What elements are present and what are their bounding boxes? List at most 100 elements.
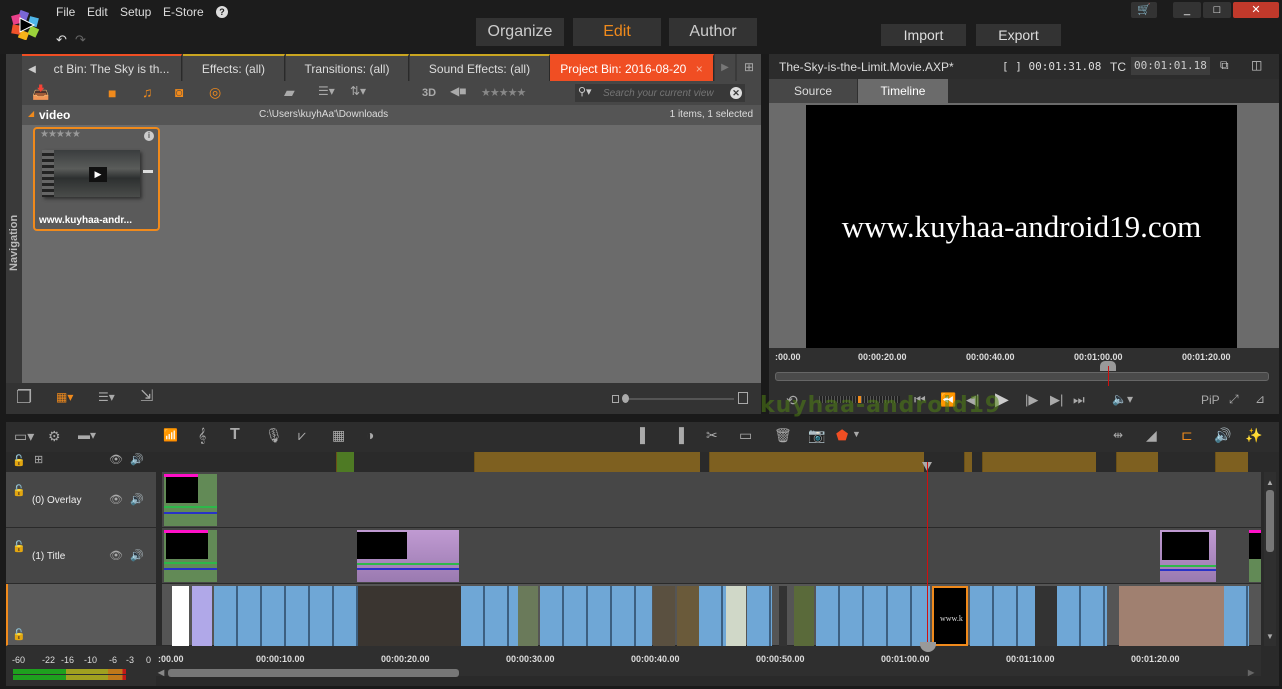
- list-view-menu-icon[interactable]: ☰▾: [318, 85, 335, 97]
- crop-icon[interactable]: ⊿: [1255, 392, 1265, 406]
- video-clip[interactable]: [699, 586, 726, 646]
- title-clip[interactable]: [1160, 530, 1216, 582]
- video-preview[interactable]: www.kuyhaa-android19.com: [806, 105, 1237, 348]
- tag-icon[interactable]: ◀■: [450, 85, 466, 97]
- tab-close-icon[interactable]: ×: [696, 62, 703, 76]
- undo-icon[interactable]: ↶: [56, 32, 67, 48]
- add-track-icon[interactable]: ⊞: [34, 455, 43, 466]
- project-filter-icon[interactable]: ◎: [209, 85, 221, 99]
- tab-scroll-left-button[interactable]: ◀: [22, 54, 42, 81]
- step-forward-icon[interactable]: |▶: [1025, 392, 1038, 408]
- audio-scrub-icon[interactable]: 🔊: [1214, 428, 1231, 442]
- navigation-strip[interactable]: Navigation: [6, 81, 22, 414]
- scroll-left-icon[interactable]: ◀: [158, 668, 164, 677]
- selected-clip[interactable]: www.k: [932, 586, 968, 646]
- sort-menu-icon[interactable]: ⇅▾: [350, 85, 366, 97]
- audio-icon[interactable]: 🔊: [130, 549, 144, 562]
- video-clip[interactable]: [461, 586, 518, 646]
- mode-author-button[interactable]: Author: [669, 18, 757, 46]
- razor-icon[interactable]: ✂: [706, 428, 718, 442]
- video-clip[interactable]: [540, 586, 652, 646]
- mark-out-icon[interactable]: ▐: [674, 428, 684, 442]
- tab-project-bin-movie[interactable]: ct Bin: The Sky is th...: [42, 54, 182, 81]
- snapshot-icon[interactable]: 📷: [808, 428, 825, 442]
- mode-organize-button[interactable]: Organize: [476, 18, 564, 46]
- ripple-icon[interactable]: ▭: [739, 428, 752, 442]
- fullscreen-icon[interactable]: ⤢: [1229, 392, 1239, 407]
- audio-icon[interactable]: 🔊: [130, 493, 144, 506]
- collapse-folder-icon[interactable]: ◢: [28, 109, 34, 118]
- close-button[interactable]: ✕: [1233, 2, 1279, 18]
- scorefitter-icon[interactable]: 𝄞: [198, 428, 206, 442]
- rating-stars[interactable]: ★★★★★: [40, 129, 81, 140]
- track-video[interactable]: www.k: [162, 584, 1261, 646]
- video-clip[interactable]: [677, 586, 699, 646]
- scrollbar-thumb[interactable]: [1266, 490, 1274, 552]
- track-height-icon[interactable]: ▬▾: [78, 429, 96, 441]
- track-overlay[interactable]: [162, 472, 1261, 528]
- transition-icon[interactable]: ⩗: [298, 428, 306, 442]
- video-clip[interactable]: [172, 586, 189, 646]
- title-clip[interactable]: [1249, 530, 1261, 582]
- music-filter-icon[interactable]: ♫: [142, 85, 153, 99]
- video-clip[interactable]: [214, 586, 362, 646]
- scroll-right-icon[interactable]: ▶: [1248, 668, 1254, 677]
- video-clip[interactable]: [653, 586, 675, 646]
- title-clip[interactable]: [164, 530, 217, 582]
- smart-movie-icon[interactable]: ✨: [1245, 428, 1262, 442]
- track-header-overlay[interactable]: 🔓 (0) Overlay 👁 🔊: [6, 472, 156, 528]
- menu-estore[interactable]: E-Store: [163, 5, 204, 19]
- maximize-button[interactable]: □: [1203, 2, 1231, 18]
- help-icon[interactable]: ?: [216, 6, 228, 18]
- video-clip[interactable]: [1224, 586, 1249, 646]
- title-editor-icon[interactable]: T: [230, 427, 240, 443]
- undock-icon[interactable]: ⧉: [1220, 58, 1229, 73]
- menu-setup[interactable]: Setup: [120, 5, 151, 19]
- import-button[interactable]: Import: [881, 24, 966, 46]
- video-clip[interactable]: [970, 586, 1035, 646]
- compact-view-icon[interactable]: ❐: [16, 388, 32, 406]
- video-clip[interactable]: [358, 586, 461, 646]
- visibility-icon[interactable]: 👁: [109, 493, 123, 506]
- import-to-library-icon[interactable]: 📥: [32, 85, 49, 99]
- storyboard-block[interactable]: [474, 452, 700, 472]
- minimize-button[interactable]: _: [1173, 2, 1201, 18]
- vertical-scrollbar[interactable]: ▲ ▼: [1264, 472, 1276, 646]
- scroll-down-icon[interactable]: ▼: [1266, 632, 1274, 641]
- lock-icon[interactable]: 🔓: [12, 484, 26, 497]
- lock-icon[interactable]: 🔓: [12, 456, 26, 467]
- go-to-end-icon[interactable]: ⏭: [1073, 392, 1085, 408]
- 3d-filter-button[interactable]: 3D: [422, 87, 436, 99]
- lock-icon[interactable]: 🔓: [12, 540, 26, 553]
- video-clip[interactable]: [794, 586, 814, 646]
- video-clip[interactable]: [747, 586, 772, 646]
- marker-menu-icon[interactable]: ▼: [852, 430, 861, 439]
- slider-handle[interactable]: [622, 394, 629, 403]
- storyboard-block[interactable]: [1215, 452, 1248, 472]
- montage-icon[interactable]: ▦: [332, 428, 345, 442]
- video-clip[interactable]: [1057, 586, 1107, 646]
- tab-effects[interactable]: Effects: (all): [183, 54, 285, 81]
- ruler-playhead-handle[interactable]: [920, 642, 936, 652]
- lock-icon[interactable]: 🔓: [12, 628, 26, 641]
- horizontal-scrollbar[interactable]: [168, 669, 459, 677]
- thumbnail-size-slider[interactable]: [624, 398, 734, 400]
- insert-mode-icon[interactable]: ◢: [1146, 428, 1157, 442]
- disc-menu-icon[interactable]: ◑: [366, 428, 374, 442]
- storyboard-strip[interactable]: 🔓 ⊞ 👁 🔊: [6, 452, 1279, 472]
- visibility-icon[interactable]: 👁: [109, 549, 123, 562]
- play-icon[interactable]: ▶: [89, 167, 107, 182]
- pip-button[interactable]: PiP: [1201, 393, 1220, 407]
- scrubber-track[interactable]: [775, 372, 1269, 381]
- tab-scroll-right-button[interactable]: ▶: [715, 54, 735, 81]
- clear-search-icon[interactable]: ✕: [730, 87, 742, 99]
- search-box[interactable]: ⚲▾ ✕: [575, 84, 745, 102]
- tab-timeline[interactable]: Timeline: [858, 79, 948, 103]
- video-clip[interactable]: [816, 586, 930, 646]
- track-header-video[interactable]: 🔓: [6, 584, 156, 646]
- details-view-icon[interactable]: ☰▾: [98, 391, 115, 403]
- player-ruler[interactable]: :00.00 00:00:20.00 00:00:40.00 00:01:00.…: [769, 348, 1279, 386]
- trash-icon[interactable]: 🗑: [774, 428, 792, 442]
- voiceover-icon[interactable]: 🎙: [265, 428, 283, 442]
- dual-view-icon[interactable]: ◫: [1251, 58, 1262, 72]
